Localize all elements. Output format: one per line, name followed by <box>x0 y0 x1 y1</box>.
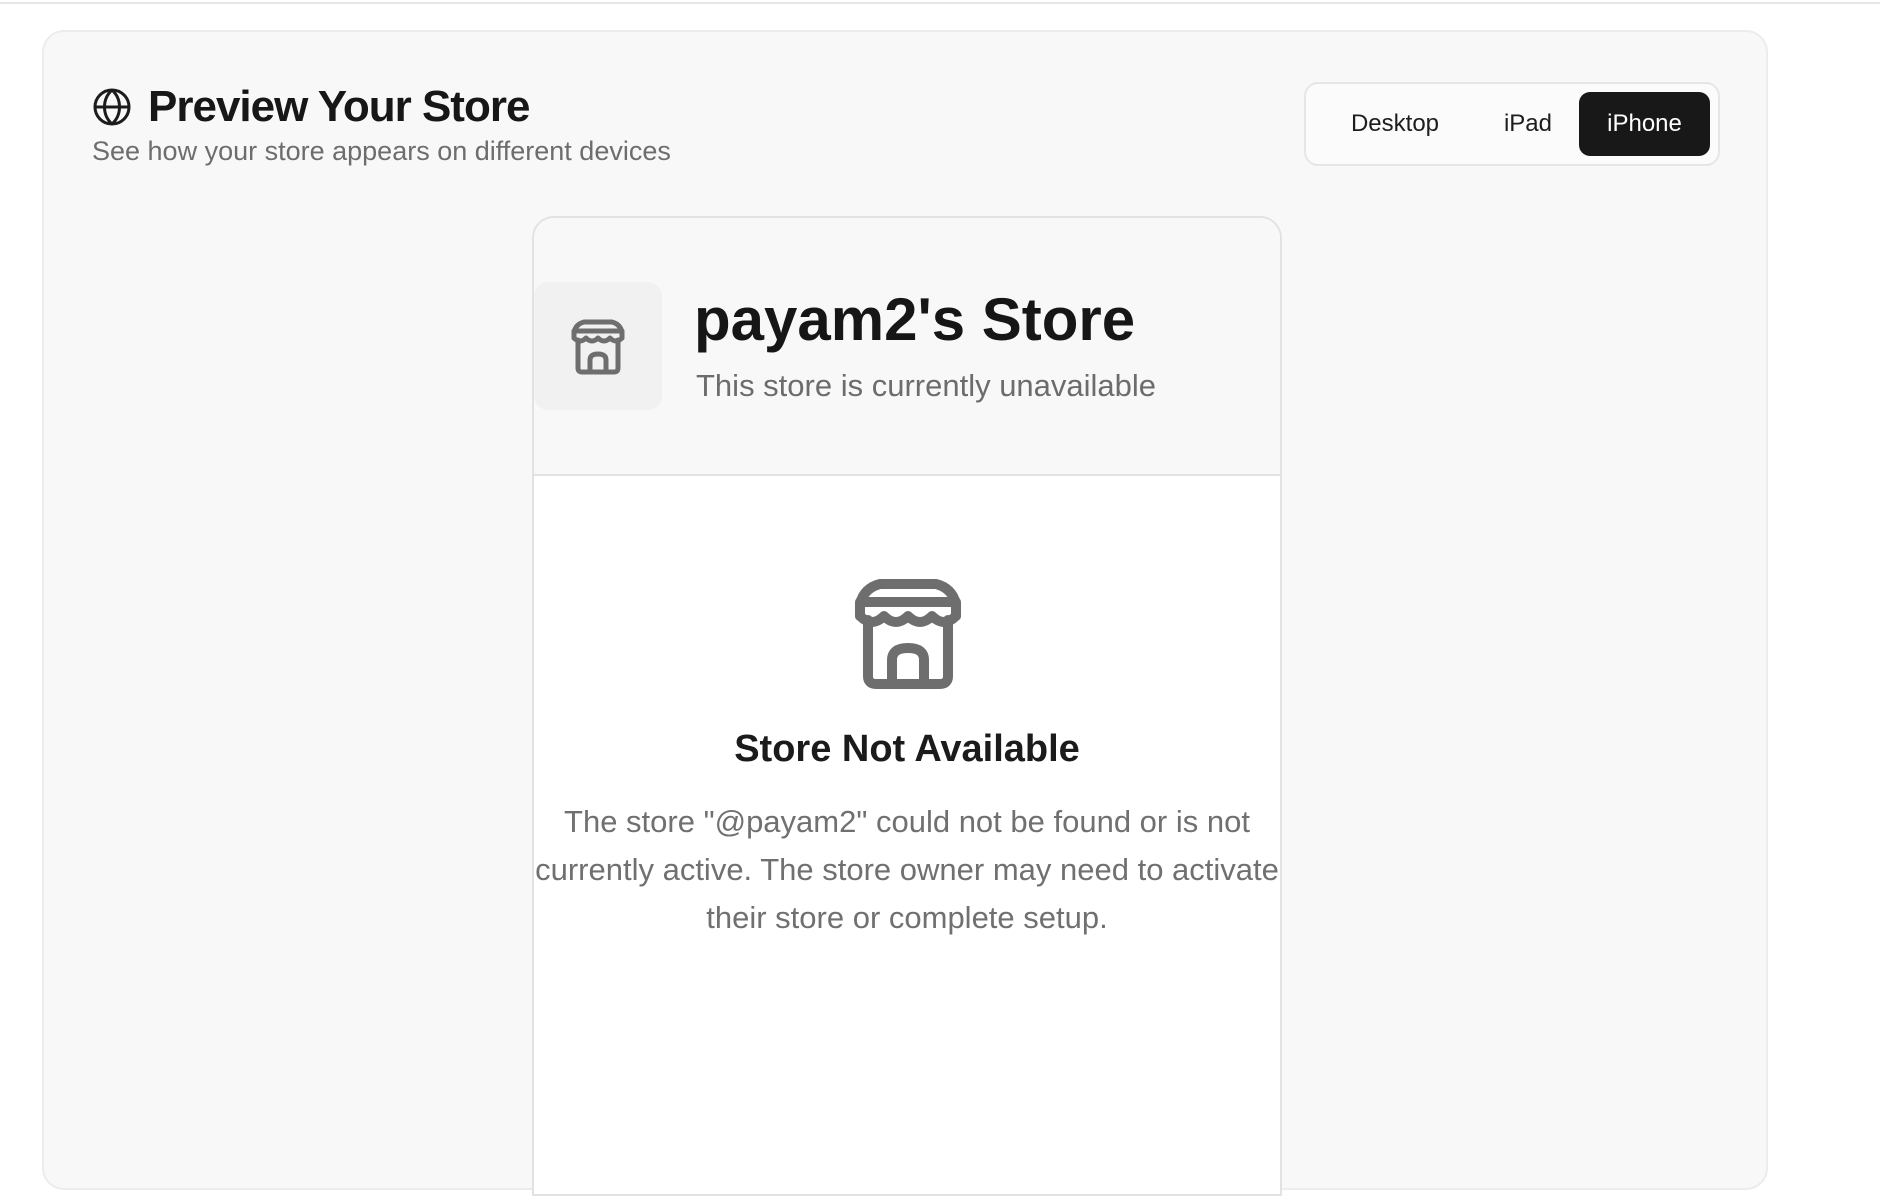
top-divider <box>0 2 1880 4</box>
device-tab-desktop[interactable]: Desktop <box>1313 92 1477 156</box>
title-row: Preview Your Store <box>92 80 671 134</box>
store-header: payam2's Store This store is currently u… <box>534 218 1280 476</box>
card-header: Preview Your Store See how your store ap… <box>92 80 671 168</box>
globe-icon <box>92 87 132 127</box>
device-switcher: Desktop iPad iPhone <box>1304 82 1720 166</box>
store-status-text: This store is currently unavailable <box>696 368 1157 403</box>
store-logo <box>534 282 662 410</box>
page-subtitle: See how your store appears on different … <box>92 136 671 166</box>
device-tab-iphone[interactable]: iPhone <box>1579 92 1710 156</box>
empty-state-message: The store "@payam2" could not be found o… <box>535 804 1279 935</box>
empty-state-title: Store Not Available <box>734 728 1080 770</box>
store-icon <box>571 319 625 375</box>
page-title: Preview Your Store <box>148 82 530 131</box>
store-name: payam2's Store <box>694 286 1136 353</box>
phone-preview-frame: payam2's Store This store is currently u… <box>532 216 1282 1196</box>
device-tab-ipad[interactable]: iPad <box>1477 92 1579 156</box>
store-icon <box>855 579 961 689</box>
preview-card: Preview Your Store See how your store ap… <box>42 30 1768 1196</box>
